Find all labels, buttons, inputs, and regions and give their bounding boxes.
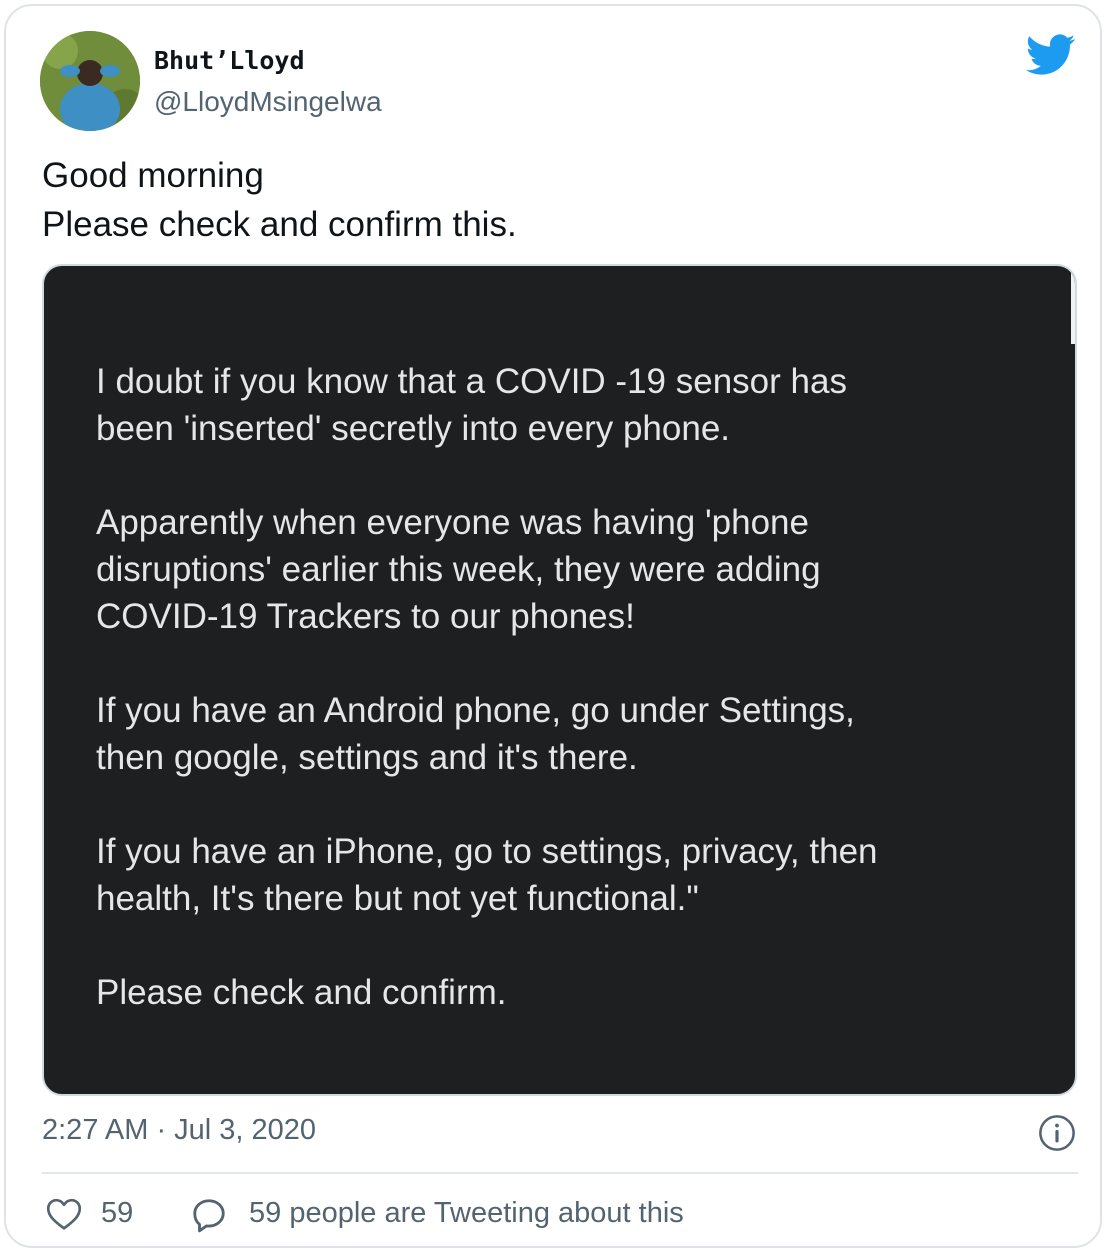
tweet-media-image[interactable]: I doubt if you know that a COVID -19 sen… — [42, 264, 1077, 1096]
media-paragraph: Apparently when everyone was having 'pho… — [96, 503, 821, 636]
media-text-block: I doubt if you know that a COVID -19 sen… — [96, 358, 1046, 1063]
media-paragraph: Please check and confirm. — [96, 973, 507, 1012]
tweet-card: Bhut’Lloyd @LloydMsingelwa Good morning … — [4, 4, 1102, 1248]
tweet-timestamp[interactable]: 2:27 AM · Jul 3, 2020 — [42, 1114, 316, 1147]
tweet-text-line: Good morning — [42, 156, 264, 195]
avatar-image — [40, 31, 140, 131]
author-handle[interactable]: @LloydMsingelwa — [154, 86, 382, 118]
divider — [42, 1172, 1078, 1174]
tweet-text: Good morning Please check and confirm th… — [42, 151, 517, 249]
heart-icon[interactable] — [46, 1197, 82, 1231]
media-paragraph: I doubt if you know that a COVID -19 sen… — [96, 362, 847, 448]
avatar[interactable] — [40, 31, 140, 131]
media-paragraph: If you have an Android phone, go under S… — [96, 691, 855, 777]
twitter-bird-icon[interactable] — [1026, 34, 1076, 76]
media-edge-artifact — [1071, 266, 1075, 344]
tweeting-about-link[interactable]: 59 people are Tweeting about this — [249, 1197, 684, 1230]
tweet-text-line: Please check and confirm this. — [42, 205, 517, 244]
speech-bubble-icon[interactable] — [189, 1196, 229, 1234]
author-display-name[interactable]: Bhut’Lloyd — [154, 46, 305, 75]
media-paragraph: If you have an iPhone, go to settings, p… — [96, 832, 878, 918]
info-icon[interactable] — [1038, 1114, 1076, 1152]
like-count[interactable]: 59 — [101, 1197, 133, 1230]
